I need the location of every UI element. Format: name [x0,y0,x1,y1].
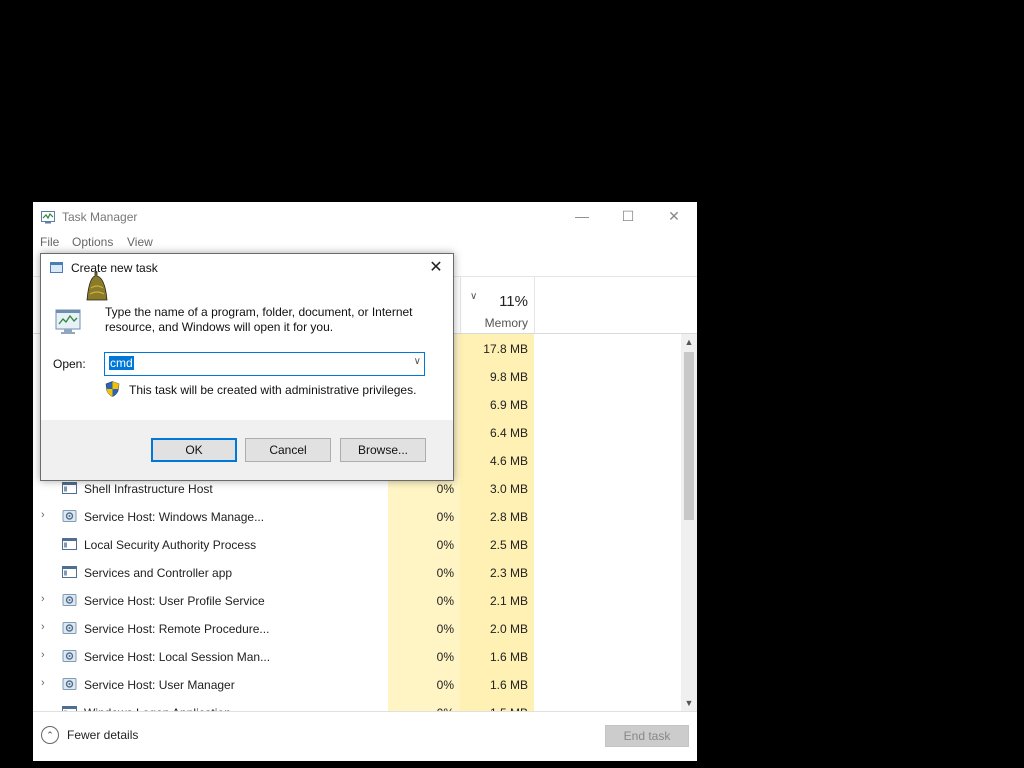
chevron-down-icon[interactable]: ∨ [414,356,421,367]
browse-button[interactable]: Browse... [340,438,426,462]
cpu-value: 0% [436,622,454,636]
scroll-down-icon[interactable]: ▼ [681,695,697,711]
scroll-up-icon[interactable]: ▲ [681,334,697,350]
cpu-value: 0% [436,678,454,692]
gear-icon [62,678,77,690]
memory-value: 2.1 MB [489,594,528,608]
window-icon [62,566,77,578]
memory-value: 17.8 MB [483,342,528,356]
title-bar[interactable]: Task Manager — ☐ ✕ [33,202,697,232]
memory-value: 3.0 MB [489,482,528,496]
minimize-button[interactable]: — [559,202,605,232]
open-label: Open: [53,357,86,371]
memory-label: Memory [484,316,528,330]
gear-icon [62,510,77,522]
table-row[interactable]: Windows Logon Application0%1.5 MB [33,699,681,711]
memory-percent: 11% [499,293,528,310]
uac-shield-icon [105,381,120,397]
sort-chevron-icon: ∨ [470,291,478,302]
memory-value: 6.9 MB [489,398,528,412]
table-row[interactable]: › Service Host: Remote Procedure... 0% 2.0 … [33,615,681,643]
table-row[interactable]: › Service Host: Windows Manage... 0% 2.8 MB [33,503,681,531]
gear-icon [62,650,77,662]
memory-value: 1.6 MB [489,678,528,692]
table-row[interactable]: › Service Host: User Profile Service 0% 2.1… [33,587,681,615]
dialog-close-icon[interactable]: ✕ [425,258,447,278]
memory-value: 2.3 MB [489,566,528,580]
process-name: Shell Infrastructure Host [84,482,213,496]
scroll-thumb[interactable] [684,352,694,520]
dialog-button-bar: OK Cancel Browse... [41,420,453,480]
expand-chevron-icon[interactable]: › [41,509,45,521]
menu-options[interactable]: Options [72,235,113,249]
expand-chevron-icon[interactable]: › [41,593,45,605]
memory-value: 1.6 MB [489,650,528,664]
memory-value: 4.6 MB [489,454,528,468]
end-task-button[interactable]: End task [605,725,689,747]
task-manager-icon [41,211,55,224]
window-icon [62,482,77,494]
fewer-details-link[interactable]: Fewer details [67,728,138,742]
chevron-up-circle-icon[interactable]: ⌃ [41,726,59,744]
table-row[interactable]: › Service Host: Local Session Man... 0% 1.6… [33,643,681,671]
gear-icon [62,594,77,606]
cpu-value: 0% [436,510,454,524]
admin-privileges-note: This task will be created with administr… [129,383,417,397]
process-name: Local Security Authority Process [84,538,257,552]
menu-view[interactable]: View [127,235,153,249]
memory-column-header[interactable]: ∨ 11% Memory [460,277,535,333]
close-button[interactable]: ✕ [651,202,697,232]
menu-file[interactable]: File [40,235,59,249]
process-name: Service Host: User Manager [84,678,235,692]
run-program-icon [55,309,81,334]
process-name: Service Host: Remote Procedure... [84,622,270,636]
memory-value: 9.8 MB [489,370,528,384]
ok-button[interactable]: OK [151,438,237,462]
run-window-icon [50,262,63,273]
close-icon: ✕ [668,208,680,224]
table-row[interactable]: Local Security Authority Process 0% 2.5 MB [33,531,681,559]
busy-cursor-icon [86,271,108,301]
cpu-value: 0% [436,566,454,580]
cpu-value: 0% [436,482,454,496]
memory-value: 2.0 MB [489,622,528,636]
cpu-value: 0% [436,538,454,552]
footer-bar: ⌃ Fewer details End task [33,711,697,761]
table-row[interactable]: Services and Controller app 0% 2.3 MB [33,559,681,587]
menu-bar: File Options View [33,232,697,252]
table-row[interactable]: › Service Host: User Manager 0% 1.6 MB [33,671,681,699]
expand-chevron-icon[interactable]: › [41,621,45,633]
cpu-value: 0% [436,594,454,608]
open-input-value[interactable]: cmd [109,356,134,370]
maximize-button[interactable]: ☐ [605,202,651,232]
cpu-value: 0% [436,650,454,664]
expand-chevron-icon[interactable]: › [41,677,45,689]
vertical-scrollbar[interactable]: ▲ ▼ [681,334,697,711]
dialog-description: Type the name of a program, folder, docu… [105,305,413,334]
expand-chevron-icon[interactable]: › [41,649,45,661]
open-combobox[interactable]: cmd ∨ [104,352,425,376]
memory-value: 2.8 MB [489,510,528,524]
minimize-icon: — [575,208,589,224]
dialog-title: Create new task [71,261,158,275]
process-name: Service Host: Windows Manage... [84,510,265,524]
memory-value: 6.4 MB [489,426,528,440]
window-title: Task Manager [62,210,138,224]
window-icon [62,538,77,550]
gear-icon [62,622,77,634]
cancel-button[interactable]: Cancel [245,438,331,462]
process-name: Service Host: User Profile Service [84,594,265,608]
process-name: Service Host: Local Session Man... [84,650,271,664]
memory-value: 2.5 MB [489,538,528,552]
process-name: Services and Controller app [84,566,233,580]
maximize-icon: ☐ [621,208,635,224]
